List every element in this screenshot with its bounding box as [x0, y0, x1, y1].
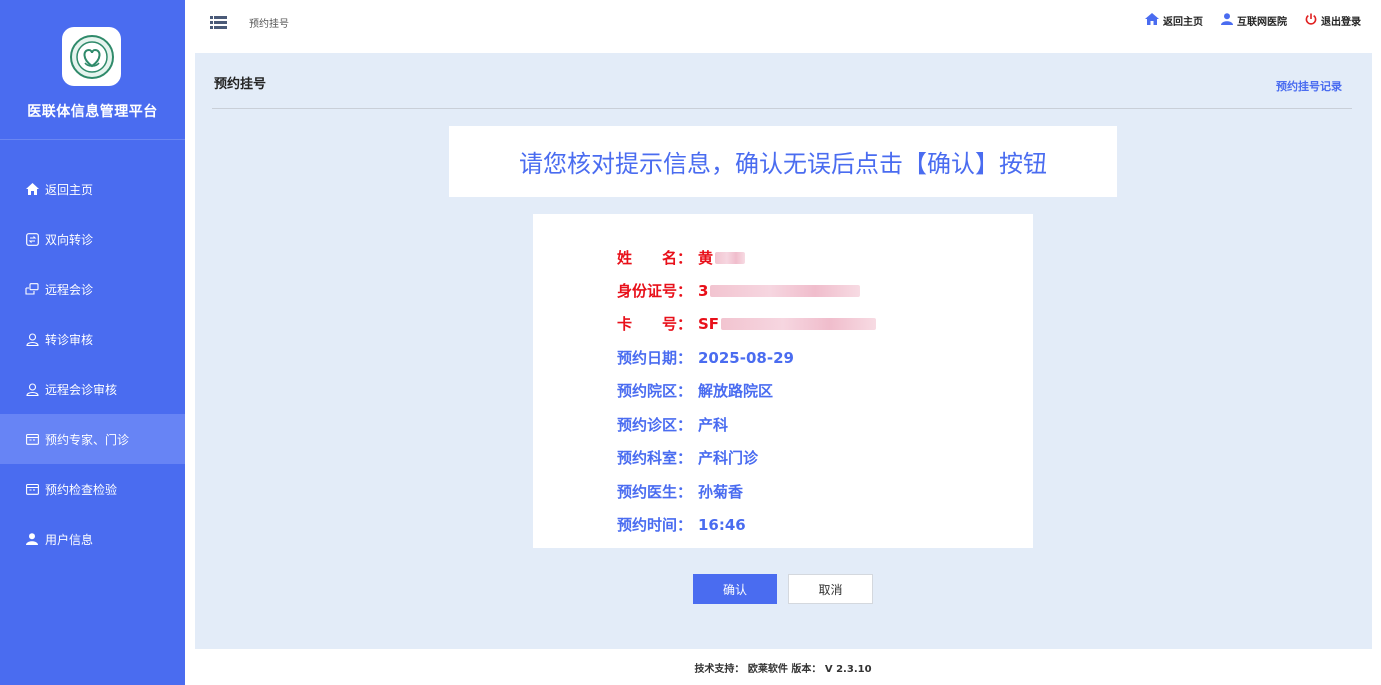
- user-review-icon: [25, 382, 39, 396]
- top-links: 返回主页 互联网医院 退出登录: [1145, 13, 1361, 28]
- redaction-blur: [715, 251, 746, 264]
- sidebar-item-user-info[interactable]: 用户信息: [0, 514, 185, 564]
- sidebar-item-label: 预约专家、门诊: [45, 432, 130, 447]
- info-label: 预约院区：: [617, 382, 693, 400]
- user-icon: [1221, 13, 1233, 28]
- sidebar-item-label: 双向转诊: [45, 232, 94, 247]
- sidebar-item-home[interactable]: 返回主页: [0, 164, 185, 214]
- info-value: 产科: [698, 416, 729, 434]
- home-link-label: 返回主页: [1163, 17, 1203, 28]
- info-value: 孙菊香: [698, 483, 744, 501]
- breadcrumb: 预约挂号: [249, 19, 289, 30]
- sidebar-item-label: 远程会诊: [45, 282, 94, 297]
- info-label: 预约日期：: [617, 349, 693, 367]
- hospital-logo: [62, 27, 121, 86]
- info-value: 解放路院区: [698, 382, 774, 400]
- power-icon: [1305, 13, 1317, 28]
- info-row-area: 预约诊区： 产科: [617, 414, 728, 435]
- confirm-notice: 请您核对提示信息，确认无误后点击【确认】按钮: [449, 126, 1117, 197]
- info-value: 2025-08-29: [698, 348, 794, 367]
- sidebar-item-label: 远程会诊审核: [45, 382, 118, 397]
- info-value: 16:46: [698, 515, 746, 534]
- internet-hospital-link[interactable]: 互联网医院: [1221, 13, 1287, 28]
- redaction-blur: [710, 284, 861, 297]
- sidebar-item-book-expert[interactable]: 预约专家、门诊: [0, 414, 185, 464]
- sidebar-item-referral[interactable]: 双向转诊: [0, 214, 185, 264]
- cancel-button[interactable]: 取消: [788, 574, 873, 604]
- consultation-icon: [25, 282, 39, 296]
- info-row-name: 姓 名： 黄: [617, 247, 746, 268]
- home-icon: [1145, 13, 1159, 28]
- sidebar-item-label: 返回主页: [45, 182, 94, 197]
- main-panel: 预约挂号 预约挂号记录 请您核对提示信息，确认无误后点击【确认】按钮 姓 名： …: [195, 53, 1372, 649]
- topbar: 预约挂号 返回主页 互联网医院 退出登录: [185, 0, 1381, 43]
- sidebar-item-referral-review[interactable]: 转诊审核: [0, 314, 185, 364]
- page-title: 预约挂号: [214, 77, 267, 92]
- sidebar-item-label: 预约检查检验: [45, 482, 118, 497]
- info-label: 预约医生：: [617, 483, 693, 501]
- brand: 医联体信息管理平台: [0, 0, 185, 140]
- info-row-campus: 预约院区： 解放路院区: [617, 380, 773, 401]
- app-root: 医联体信息管理平台 返回主页 双向转诊 远程会诊 转诊审核 远程会诊审核 预约专…: [0, 0, 1381, 685]
- logout-label: 退出登录: [1321, 17, 1361, 28]
- sidebar-nav: 返回主页 双向转诊 远程会诊 转诊审核 远程会诊审核 预约专家、门诊 预约检查检…: [0, 164, 185, 564]
- sidebar: 医联体信息管理平台 返回主页 双向转诊 远程会诊 转诊审核 远程会诊审核 预约专…: [0, 0, 185, 685]
- info-label: 预约诊区：: [617, 416, 693, 434]
- redaction-blur: [721, 317, 877, 330]
- sidebar-item-consultation-review[interactable]: 远程会诊审核: [0, 364, 185, 414]
- info-label: 预约科室：: [617, 449, 693, 467]
- confirm-button[interactable]: 确认: [693, 574, 777, 604]
- info-label: 姓 名：: [617, 249, 693, 267]
- info-value: 黄: [698, 249, 714, 267]
- info-row-doctor: 预约医生： 孙菊香: [617, 481, 743, 502]
- calendar-icon: [25, 482, 39, 496]
- home-link[interactable]: 返回主页: [1145, 13, 1203, 28]
- calendar-icon: [25, 432, 39, 446]
- sidebar-item-book-exam[interactable]: 预约检查检验: [0, 464, 185, 514]
- sidebar-item-remote-consultation[interactable]: 远程会诊: [0, 264, 185, 314]
- logout-link[interactable]: 退出登录: [1305, 13, 1361, 28]
- footer-version: 技术支持： 欧莱软件 版本： V 2.3.10: [694, 664, 872, 675]
- user-review-icon: [25, 332, 39, 346]
- internet-hospital-label: 互联网医院: [1237, 17, 1287, 28]
- info-row-id: 身份证号： 3: [617, 280, 861, 301]
- info-value: 3: [698, 281, 709, 300]
- info-label: 预约时间：: [617, 516, 693, 534]
- info-row-time: 预约时间： 16:46: [617, 514, 746, 535]
- booking-record-link[interactable]: 预约挂号记录: [1276, 78, 1342, 94]
- home-icon: [25, 182, 39, 196]
- info-value: 产科门诊: [698, 449, 759, 467]
- sidebar-item-label: 转诊审核: [45, 332, 94, 347]
- platform-title: 医联体信息管理平台: [27, 104, 158, 120]
- info-value: SF: [698, 314, 720, 333]
- info-label: 卡 号：: [617, 315, 693, 333]
- menu-toggle-icon[interactable]: [210, 14, 227, 29]
- info-label: 身份证号：: [617, 282, 693, 300]
- info-row-card: 卡 号： SF: [617, 313, 877, 334]
- referral-icon: [25, 232, 39, 246]
- info-row-date: 预约日期： 2025-08-29: [617, 347, 794, 368]
- info-row-dept: 预约科室： 产科门诊: [617, 447, 758, 468]
- appointment-info-card: 姓 名： 黄 身份证号： 3 卡 号： SF 预约日期： 2025-08-29 …: [533, 214, 1033, 548]
- sidebar-item-label: 用户信息: [45, 532, 94, 547]
- divider: [212, 108, 1352, 109]
- user-icon: [25, 532, 39, 546]
